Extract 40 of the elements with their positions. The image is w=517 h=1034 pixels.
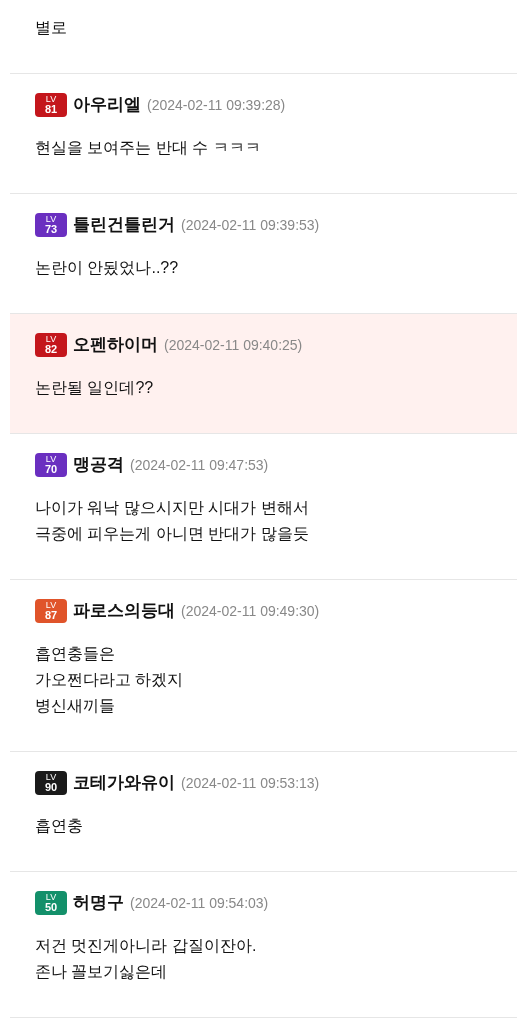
username[interactable]: 파로스의등대 — [73, 598, 175, 624]
level-label: LV — [45, 893, 57, 902]
timestamp: (2024-02-11 09:49:30) — [181, 601, 320, 621]
level-number: 90 — [44, 782, 58, 793]
timestamp: (2024-02-11 09:39:53) — [181, 215, 320, 235]
level-label: LV — [45, 601, 57, 610]
timestamp: (2024-02-11 09:39:28) — [147, 95, 286, 115]
level-number: 73 — [44, 224, 58, 235]
level-label: LV — [45, 773, 57, 782]
username[interactable]: 코테가와유이 — [73, 770, 175, 796]
comment-text: 가오쩐다라고 하겠지 — [35, 670, 185, 690]
comment-text: 병신새끼들 — [35, 696, 116, 716]
comment-text: 논란될 일인데?? — [35, 378, 155, 398]
level-number: 82 — [44, 344, 58, 355]
comment-text: 현실을 보여주는 반대 수 ㅋㅋㅋ — [35, 138, 262, 158]
timestamp: (2024-02-11 09:47:53) — [130, 455, 269, 475]
level-number: 70 — [44, 464, 58, 475]
level-number: 50 — [44, 902, 58, 913]
level-label: LV — [45, 335, 57, 344]
comment-text: 별로 — [35, 18, 68, 38]
username[interactable]: 오펜하이머 — [73, 332, 158, 358]
level-number: 87 — [44, 610, 58, 621]
timestamp: (2024-02-11 09:53:13) — [181, 773, 320, 793]
level-label: LV — [45, 455, 57, 464]
comment-text: 흡연충 — [35, 816, 84, 836]
comment-text: 나이가 워낙 많으시지만 시대가 변해서 — [35, 498, 310, 518]
level-label: LV — [45, 95, 57, 104]
username[interactable]: 틀린건틀린거 — [73, 212, 175, 238]
comment-text: 흡연충들은 — [35, 644, 116, 664]
comment-text: 극중에 피우는게 아니면 반대가 많을듯 — [35, 524, 310, 544]
comment-text: 저건 멋진게아니라 갑질이잔아. — [35, 936, 258, 956]
comment-text: 논란이 안됬었나..?? — [35, 258, 180, 278]
level-label: LV — [45, 215, 57, 224]
username[interactable]: 맹공격 — [73, 452, 124, 478]
username[interactable]: 허명구 — [73, 890, 124, 916]
timestamp: (2024-02-11 09:40:25) — [164, 335, 303, 355]
comment-text: 존나 꼴보기싫은데 — [35, 962, 169, 982]
username[interactable]: 아우리엘 — [73, 92, 141, 118]
level-number: 81 — [44, 104, 58, 115]
timestamp: (2024-02-11 09:54:03) — [130, 893, 269, 913]
